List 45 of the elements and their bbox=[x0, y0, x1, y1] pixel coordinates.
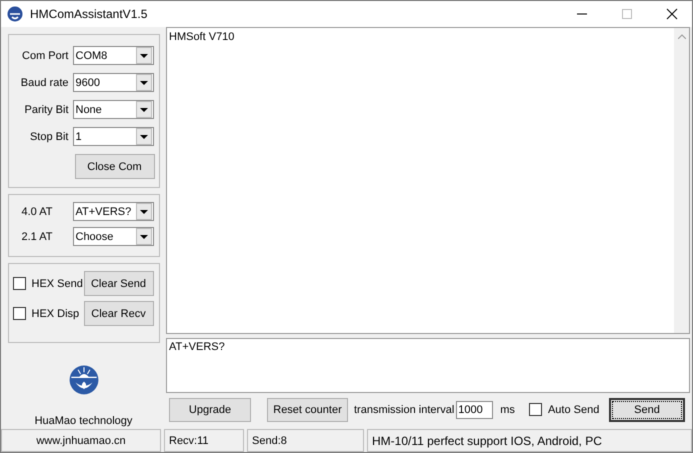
company-logo-icon bbox=[66, 363, 100, 397]
status-bar-section: HM-10/11 perfect support IOS, Android, PC bbox=[367, 429, 692, 452]
checkbox-label: Auto Send bbox=[548, 404, 600, 416]
field-label: Parity Bit bbox=[23, 104, 70, 116]
interval-label: transmission interval bbox=[354, 404, 454, 416]
window-title: HMComAssistantV1.5 bbox=[30, 7, 148, 21]
dropdown-arrow-icon bbox=[140, 234, 148, 239]
received-text: HMSoft V710 bbox=[169, 31, 234, 43]
dropdown[interactable]: None bbox=[72, 100, 154, 119]
dropdown[interactable]: COM8 bbox=[72, 46, 154, 65]
checkbox-label: HEX Send bbox=[32, 278, 84, 290]
close-icon[interactable] bbox=[666, 8, 678, 20]
status-bar-section: Recv:11 bbox=[164, 429, 244, 452]
reset-counter-button[interactable]: Reset counter bbox=[267, 398, 348, 422]
field-label: Baud rate bbox=[20, 76, 70, 88]
send-text-area[interactable]: AT+VERS? bbox=[166, 338, 690, 393]
field-label: Stop Bit bbox=[28, 130, 70, 142]
dropdown[interactable]: AT+VERS? bbox=[72, 202, 154, 222]
checkbox[interactable] bbox=[12, 277, 26, 290]
checkbox[interactable] bbox=[528, 403, 542, 416]
field-label: 4.0 AT bbox=[20, 206, 54, 218]
send-button[interactable]: Send bbox=[609, 398, 685, 422]
status-bar-section: www.jnhuamao.cn bbox=[1, 429, 161, 452]
dropdown-arrow-icon bbox=[140, 134, 148, 138]
close-com-button[interactable]: Close Com bbox=[74, 154, 154, 179]
company-name: HuaMao technology bbox=[34, 415, 132, 427]
app-logo-icon bbox=[7, 6, 23, 22]
clear-button[interactable]: Clear Recv bbox=[84, 301, 154, 326]
checkbox-label: HEX Disp bbox=[32, 308, 80, 320]
dropdown-arrow-icon bbox=[140, 54, 148, 58]
receive-text-area[interactable]: HMSoft V710 bbox=[166, 27, 690, 334]
dropdown[interactable]: Choose bbox=[72, 227, 154, 246]
clear-button[interactable]: Clear Send bbox=[84, 271, 154, 296]
unit-label: ms bbox=[500, 404, 515, 416]
upgrade-button[interactable]: Upgrade bbox=[169, 398, 251, 422]
status-bar-section: Send:8 bbox=[247, 429, 364, 452]
dropdown[interactable]: 1 bbox=[72, 127, 154, 146]
interval-field[interactable]: 1000 bbox=[456, 400, 494, 418]
dropdown-arrow-icon bbox=[140, 210, 148, 214]
field-label: Com Port bbox=[21, 50, 70, 62]
field-label: 2.1 AT bbox=[20, 230, 54, 243]
dropdown-arrow-icon bbox=[140, 80, 148, 84]
checkbox[interactable] bbox=[12, 307, 26, 320]
dropdown[interactable]: 9600 bbox=[72, 73, 154, 92]
dropdown-arrow-icon bbox=[140, 108, 148, 112]
